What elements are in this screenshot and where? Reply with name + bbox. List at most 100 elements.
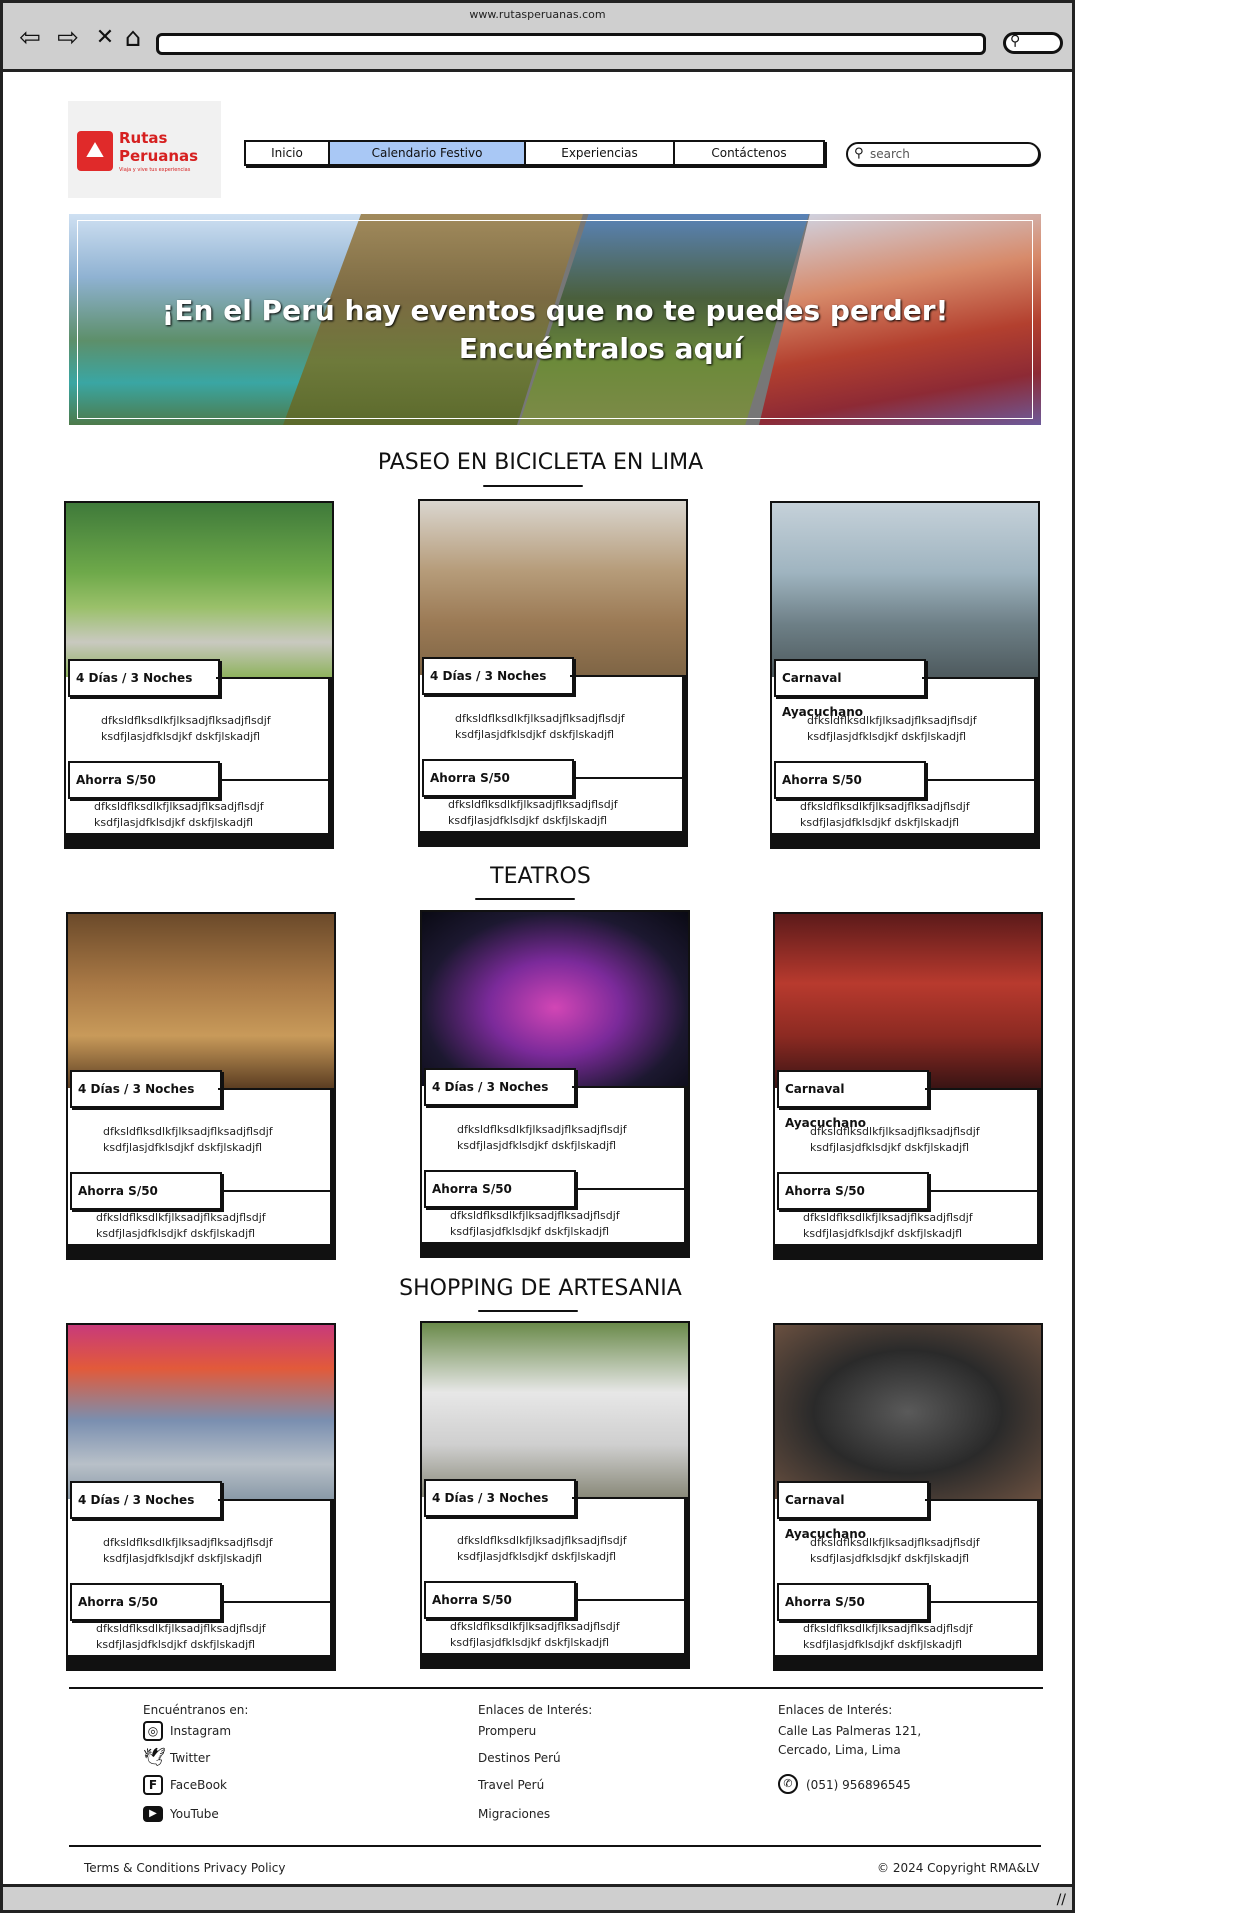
footer-address-line2: Cercado, Lima, Lima	[778, 1743, 901, 1757]
card-theatre-3[interactable]: Carnaval Ayacuchano dfksldflksdlkfjlksad…	[773, 912, 1043, 1260]
home-icon[interactable]: ⌂	[118, 23, 148, 53]
card-bike-2[interactable]: 4 Días / 3 Noches dfksldflksdlkfjlksadjf…	[418, 499, 688, 847]
card-divider	[572, 1497, 688, 1499]
browser-search-box[interactable]: ⚲	[1003, 32, 1063, 54]
facebook-icon[interactable]: F	[143, 1775, 163, 1795]
menu-item-experiencias[interactable]: Experiencias	[526, 142, 675, 164]
search-icon: ⚲	[1010, 33, 1021, 49]
card-base	[422, 1653, 688, 1667]
card-price-tag: Ahorra S/50	[424, 1170, 576, 1208]
card-craft-3[interactable]: Carnaval Ayacuchano dfksldflksdlkfjlksad…	[773, 1323, 1043, 1671]
section-underline	[475, 898, 575, 900]
search-input[interactable]: ⚲ search	[846, 142, 1040, 166]
logo-name-line1: Rutas	[119, 129, 168, 147]
whatsapp-icon[interactable]: ✆	[778, 1774, 798, 1794]
card-divider	[572, 1188, 688, 1190]
card-price-tag: Ahorra S/50	[70, 1583, 222, 1621]
card-divider	[925, 1190, 1041, 1192]
card-price-tag: Ahorra S/50	[777, 1172, 929, 1210]
footer-link-facebook[interactable]: FaceBook	[170, 1778, 227, 1792]
card-description: dfksldflksdlkfjlksadjflksadjflsdjf ksdfj…	[455, 712, 625, 741]
card-border-shadow	[684, 1086, 688, 1258]
browser-window: www.rutasperuanas.com ⇦ ⇨ ✕ ⌂ ⚲ ⛰ Rutas …	[0, 0, 1075, 1913]
card-base	[68, 1655, 334, 1669]
menu-item-inicio[interactable]: Inicio	[246, 142, 330, 164]
twitter-icon[interactable]: 🕊	[143, 1748, 166, 1768]
card-base	[775, 1655, 1041, 1669]
youtube-icon[interactable]: ▶	[143, 1806, 163, 1822]
logo-tagline: Viaja y vive tus experiencias	[119, 167, 191, 173]
card-description-2: dfksldflksdlkfjlksadjflksadjflsdjf ksdfj…	[448, 798, 618, 827]
section-title-bicicleta: PASEO EN BICICLETA EN LIMA	[377, 450, 704, 475]
footer-link-twitter[interactable]: Twitter	[170, 1751, 210, 1765]
card-description-2: dfksldflksdlkfjlksadjflksadjflsdjf ksdfj…	[800, 800, 970, 829]
card-theatre-2[interactable]: 4 Días / 3 Noches dfksldflksdlkfjlksadjf…	[420, 910, 690, 1258]
card-base	[772, 833, 1038, 847]
card-border-shadow	[1037, 1499, 1041, 1671]
address-bar[interactable]	[156, 33, 986, 55]
card-price-tag: Ahorra S/50	[70, 1172, 222, 1210]
browser-toolbar: www.rutasperuanas.com ⇦ ⇨ ✕ ⌂ ⚲	[3, 3, 1072, 72]
search-placeholder: search	[870, 147, 910, 161]
card-divider	[216, 677, 332, 679]
card-photo	[68, 914, 334, 1088]
card-divider	[572, 1086, 688, 1088]
card-duration-tag: Carnaval Ayacuchano	[774, 659, 926, 719]
card-base	[66, 833, 332, 847]
footer-link-destinos-peru[interactable]: Destinos Perú	[478, 1751, 561, 1765]
section-underline	[483, 485, 583, 487]
logo-mark-icon: ⛰	[77, 131, 113, 171]
card-description-2: dfksldflksdlkfjlksadjflksadjflsdjf ksdfj…	[450, 1209, 620, 1238]
card-price-tag: Ahorra S/50	[777, 1583, 929, 1621]
card-divider	[216, 779, 332, 781]
footer-contact-heading: Enlaces de Interés:	[778, 1703, 893, 1717]
card-border-shadow	[1034, 677, 1038, 849]
card-border-shadow	[1037, 1088, 1041, 1260]
footer-divider	[69, 1687, 1043, 1689]
menu-item-contactenos[interactable]: Contáctenos	[675, 142, 823, 164]
card-theatre-1[interactable]: 4 Días / 3 Noches dfksldflksdlkfjlksadjf…	[66, 912, 336, 1260]
logo[interactable]: ⛰ Rutas Peruanas Viaja y vive tus experi…	[68, 101, 221, 198]
card-bike-3[interactable]: Carnaval Ayacuchano dfksldflksdlkfjlksad…	[770, 501, 1040, 849]
browser-status-bar: //	[3, 1884, 1072, 1910]
hero-banner[interactable]: ¡En el Perú hay eventos que no te puedes…	[69, 214, 1041, 425]
card-divider	[218, 1088, 334, 1090]
card-duration-tag: 4 Días / 3 Noches	[70, 1070, 222, 1108]
footer-terms-link[interactable]: Terms & Conditions Privacy Policy	[84, 1861, 285, 1875]
card-description-2: dfksldflksdlkfjlksadjflksadjflsdjf ksdfj…	[96, 1622, 266, 1651]
section-title-teatros: TEATROS	[490, 864, 591, 889]
card-description-2: dfksldflksdlkfjlksadjflksadjflsdjf ksdfj…	[450, 1620, 620, 1649]
close-icon[interactable]: ✕	[90, 23, 120, 53]
footer-link-youtube[interactable]: YouTube	[170, 1807, 219, 1821]
card-description: dfksldflksdlkfjlksadjflksadjflsdjf ksdfj…	[810, 1536, 980, 1565]
footer-address-line1: Calle Las Palmeras 121,	[778, 1724, 922, 1738]
card-bike-1[interactable]: 4 Días / 3 Noches dfksldflksdlkfjlksadjf…	[64, 501, 334, 849]
card-border-shadow	[328, 677, 332, 849]
footer-link-migraciones[interactable]: Migraciones	[478, 1807, 550, 1821]
card-divider	[922, 779, 1038, 781]
card-photo	[772, 503, 1038, 677]
footer-link-instagram[interactable]: Instagram	[170, 1724, 231, 1738]
card-price-tag: Ahorra S/50	[774, 761, 926, 799]
card-border-shadow	[682, 675, 686, 847]
footer-social-heading: Encuéntranos en:	[143, 1703, 249, 1717]
card-divider	[570, 675, 686, 677]
forward-arrow-icon[interactable]: ⇨	[53, 23, 83, 53]
instagram-icon[interactable]: ◎	[143, 1721, 163, 1741]
card-duration-tag: 4 Días / 3 Noches	[68, 659, 220, 697]
url-text: www.rutasperuanas.com	[469, 8, 606, 21]
banner-headline: ¡En el Perú hay eventos que no te puedes…	[161, 294, 949, 327]
footer-link-promperu[interactable]: Promperu	[478, 1724, 536, 1738]
footer-phone[interactable]: (051) 956896545	[806, 1778, 911, 1792]
section-title-artesania: SHOPPING DE ARTESANIA	[399, 1276, 682, 1301]
card-craft-2[interactable]: 4 Días / 3 Noches dfksldflksdlkfjlksadjf…	[420, 1321, 690, 1669]
back-arrow-icon[interactable]: ⇦	[15, 23, 45, 53]
resize-grip-icon[interactable]: //	[1057, 1892, 1066, 1908]
card-description: dfksldflksdlkfjlksadjflksadjflsdjf ksdfj…	[810, 1125, 980, 1154]
card-duration-tag: 4 Días / 3 Noches	[424, 1068, 576, 1106]
card-craft-1[interactable]: 4 Días / 3 Noches dfksldflksdlkfjlksadjf…	[66, 1323, 336, 1671]
card-divider	[922, 677, 1038, 679]
menu-item-calendario-festivo[interactable]: Calendario Festivo	[330, 142, 526, 164]
footer-link-travel-peru[interactable]: Travel Perú	[478, 1778, 544, 1792]
card-divider	[572, 1599, 688, 1601]
